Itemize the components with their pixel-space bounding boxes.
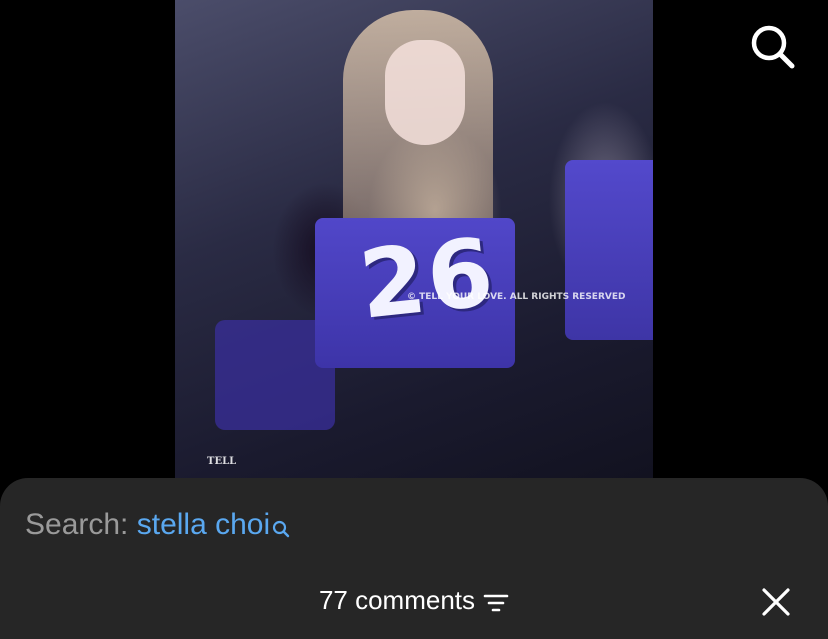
search-icon <box>751 25 795 69</box>
sort-icon[interactable] <box>483 590 509 612</box>
close-button[interactable] <box>758 584 794 620</box>
search-label: Search: <box>25 508 129 541</box>
search-button[interactable] <box>748 22 796 70</box>
photo-watermark: © TELL YOUR LOVE. ALL RIGHTS RESERVED <box>407 292 626 302</box>
search-suggestion[interactable]: Search: stella choi <box>25 508 290 546</box>
comments-header: 77 comments <box>0 585 828 616</box>
search-icon <box>272 512 290 546</box>
photo-jersey-number: 26 <box>354 218 501 341</box>
photo-subject-face <box>385 40 465 145</box>
photo-tag: TELL <box>207 456 237 467</box>
photo-right-jersey <box>565 160 653 340</box>
search-term-link[interactable]: stella choi <box>137 508 270 541</box>
post-photo[interactable]: 26 © TELL YOUR LOVE. ALL RIGHTS RESERVED… <box>175 0 653 478</box>
close-icon <box>762 588 790 616</box>
comments-count: 77 comments <box>318 585 476 615</box>
